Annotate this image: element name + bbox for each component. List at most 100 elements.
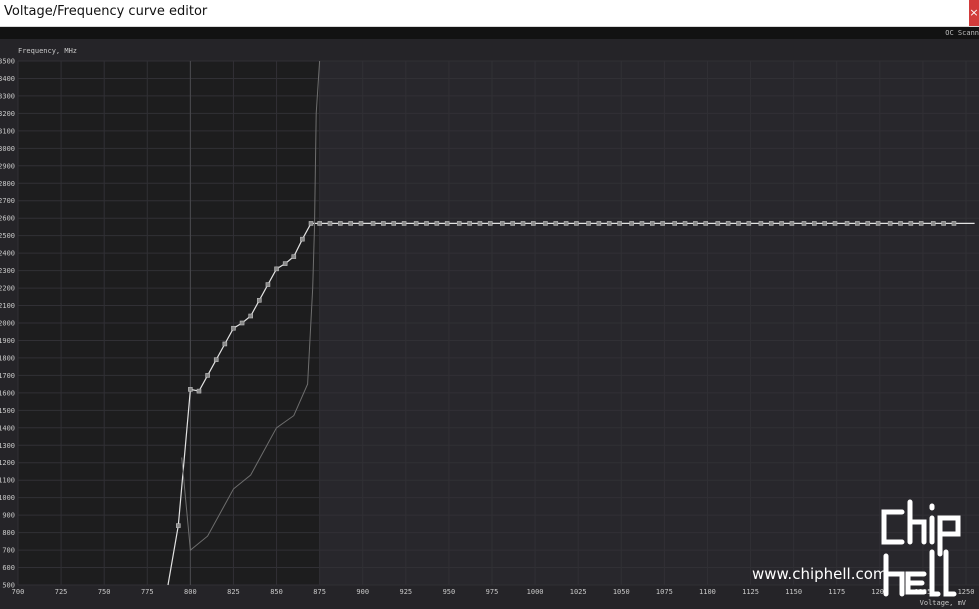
title-bar: Voltage/Frequency curve editor ×: [0, 0, 979, 27]
curve-point[interactable]: [649, 221, 655, 226]
curve-point[interactable]: [898, 221, 903, 226]
curve-point[interactable]: [317, 221, 322, 226]
curve-point[interactable]: [213, 357, 219, 362]
curve-point[interactable]: [617, 221, 622, 226]
curve-point[interactable]: [812, 221, 817, 226]
curve-point[interactable]: [865, 221, 871, 226]
curve-point[interactable]: [401, 221, 407, 226]
curve-point[interactable]: [574, 221, 579, 226]
curve-point[interactable]: [434, 221, 440, 226]
curve-point[interactable]: [205, 373, 210, 378]
curve-point[interactable]: [725, 221, 731, 226]
window-title: Voltage/Frequency curve editor: [4, 4, 208, 19]
curve-point[interactable]: [381, 221, 386, 226]
curve-point[interactable]: [531, 221, 536, 226]
curve-point[interactable]: [487, 221, 493, 226]
curve-point[interactable]: [358, 221, 364, 226]
curve-point[interactable]: [918, 221, 924, 226]
curve-point[interactable]: [563, 221, 569, 226]
curve-point[interactable]: [456, 221, 462, 226]
y-axis-label: Frequency, MHz: [18, 47, 77, 55]
curve-point[interactable]: [222, 341, 228, 347]
curve-point[interactable]: [239, 320, 245, 326]
curve-point[interactable]: [553, 221, 559, 226]
curve-point[interactable]: [736, 221, 741, 226]
y-tick-label: 3000: [0, 145, 15, 153]
curve-point[interactable]: [248, 313, 253, 319]
curve-point[interactable]: [832, 221, 838, 226]
y-tick-label: 1600: [0, 389, 15, 397]
curve-point[interactable]: [308, 221, 314, 226]
curve-point[interactable]: [231, 325, 236, 331]
x-tick-label: 1150: [785, 588, 802, 596]
curve-point[interactable]: [596, 221, 602, 226]
curve-point[interactable]: [801, 221, 807, 226]
oc-scanner-button[interactable]: OC Scann: [945, 27, 979, 39]
curve-point[interactable]: [855, 221, 860, 226]
curve-point[interactable]: [370, 221, 376, 226]
curve-point[interactable]: [887, 221, 893, 226]
curve-point[interactable]: [941, 221, 946, 226]
curve-point[interactable]: [822, 221, 827, 226]
y-tick-label: 800: [2, 529, 15, 537]
x-tick-label: 950: [443, 588, 456, 596]
curve-point[interactable]: [175, 523, 181, 528]
y-tick-label: 2600: [0, 215, 15, 223]
curve-point[interactable]: [951, 221, 957, 226]
y-tick-label: 3100: [0, 127, 15, 135]
y-tick-label: 1200: [0, 459, 15, 467]
curve-point[interactable]: [282, 261, 288, 266]
curve-point[interactable]: [672, 221, 678, 226]
plot-area[interactable]: 5006007008009001000110012001300140015001…: [0, 58, 979, 597]
curve-point[interactable]: [520, 221, 526, 226]
curve-point[interactable]: [844, 221, 850, 226]
curve-point[interactable]: [682, 221, 688, 226]
curve-point[interactable]: [257, 297, 262, 303]
curve-point[interactable]: [444, 221, 450, 226]
y-tick-label: 1000: [0, 494, 15, 502]
x-tick-label: 1100: [699, 588, 716, 596]
curve-point[interactable]: [693, 221, 698, 226]
curve-point[interactable]: [300, 236, 305, 242]
close-button[interactable]: ×: [969, 0, 979, 26]
curve-point[interactable]: [348, 221, 353, 226]
chiphell-logo: [881, 499, 961, 597]
curve-point[interactable]: [703, 221, 709, 226]
curve-point[interactable]: [629, 221, 634, 226]
curve-point[interactable]: [543, 221, 548, 226]
curve-point[interactable]: [930, 221, 936, 226]
curve-point[interactable]: [291, 254, 297, 259]
curve-point[interactable]: [413, 221, 419, 226]
y-tick-label: 3300: [0, 92, 15, 100]
curve-point[interactable]: [424, 221, 429, 226]
curve-point[interactable]: [768, 221, 774, 226]
curve-point[interactable]: [660, 221, 665, 226]
curve-point[interactable]: [467, 221, 472, 226]
curve-point[interactable]: [510, 221, 515, 226]
curve-point[interactable]: [274, 266, 279, 272]
curve-point[interactable]: [265, 282, 271, 287]
curve-point[interactable]: [327, 221, 333, 226]
curve-point[interactable]: [586, 221, 591, 226]
curve-point[interactable]: [196, 388, 202, 394]
x-tick-label: 875: [313, 588, 326, 596]
curve-point[interactable]: [908, 221, 914, 226]
y-tick-label: 3200: [0, 110, 15, 118]
curve-point[interactable]: [188, 387, 193, 392]
curve-point[interactable]: [639, 221, 645, 226]
curve-point[interactable]: [606, 221, 612, 226]
curve-point[interactable]: [500, 221, 505, 226]
curve-point[interactable]: [338, 221, 343, 226]
vf-curve-chart[interactable]: Frequency, MHz 5006007008009001000110012…: [0, 39, 979, 609]
curve-point[interactable]: [758, 221, 764, 226]
curve-point[interactable]: [875, 221, 881, 226]
x-tick-label: 925: [399, 588, 412, 596]
curve-point[interactable]: [391, 221, 397, 226]
curve-point[interactable]: [779, 221, 784, 226]
curve-point[interactable]: [477, 221, 483, 226]
x-tick-label: 1125: [742, 588, 759, 596]
x-tick-label: 1050: [613, 588, 630, 596]
curve-point[interactable]: [715, 221, 721, 226]
curve-point[interactable]: [789, 221, 795, 226]
curve-point[interactable]: [746, 221, 752, 226]
